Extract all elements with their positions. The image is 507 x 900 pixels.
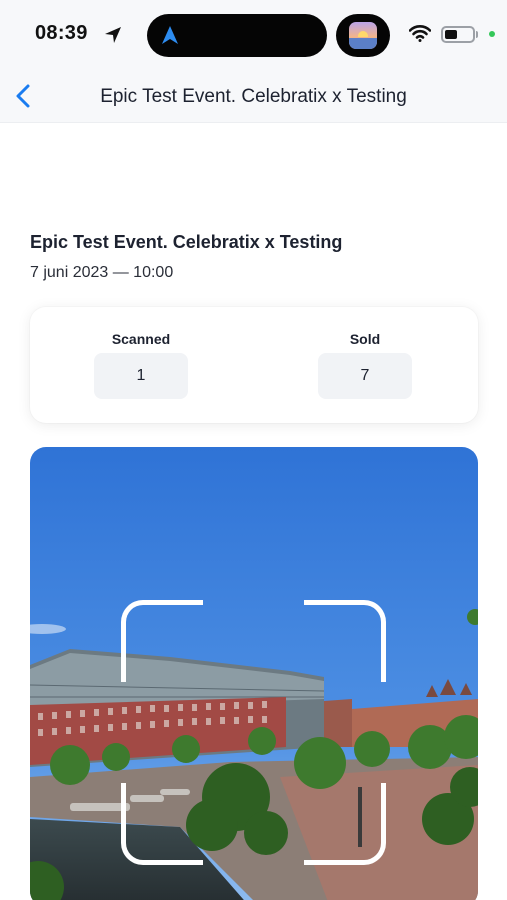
scan-frame-top-left (121, 600, 203, 682)
scan-frame-bottom-left (121, 783, 203, 865)
camera-feed (30, 447, 478, 900)
camera-viewfinder[interactable] (30, 447, 478, 900)
navigation-icon (162, 26, 178, 44)
battery-cap (476, 31, 478, 38)
sold-count: 7 (318, 353, 412, 399)
status-bar: 08:39 (0, 0, 507, 70)
chevron-left-icon[interactable] (10, 80, 38, 112)
wifi-icon (409, 25, 431, 42)
camera-in-use-indicator (489, 31, 495, 37)
event-date: 7 juni 2023 — 10:00 (30, 264, 174, 281)
scanned-label: Scanned (111, 331, 171, 347)
scanned-count: 1 (94, 353, 188, 399)
scan-frame-bottom-right (304, 783, 386, 865)
event-title: Epic Test Event. Celebratix x Testing (30, 232, 343, 252)
nav-title: Epic Test Event. Celebratix x Testing (100, 86, 407, 107)
sold-label: Sold (349, 331, 381, 347)
battery-icon (441, 26, 475, 43)
navigation-bar: Epic Test Event. Celebratix x Testing (0, 70, 507, 123)
sold-stat: Sold 7 (305, 307, 425, 399)
location-arrow-icon (105, 27, 121, 43)
battery-level (445, 30, 457, 39)
scan-frame-top-right (304, 600, 386, 682)
scanned-stat: Scanned 1 (81, 307, 201, 399)
app-thumbnail-icon (349, 22, 377, 49)
status-time: 08:39 (35, 22, 88, 44)
live-activity-chip[interactable] (336, 14, 390, 57)
ticket-stats-card: Scanned 1 Sold 7 (30, 307, 478, 423)
dynamic-island[interactable] (147, 14, 327, 57)
